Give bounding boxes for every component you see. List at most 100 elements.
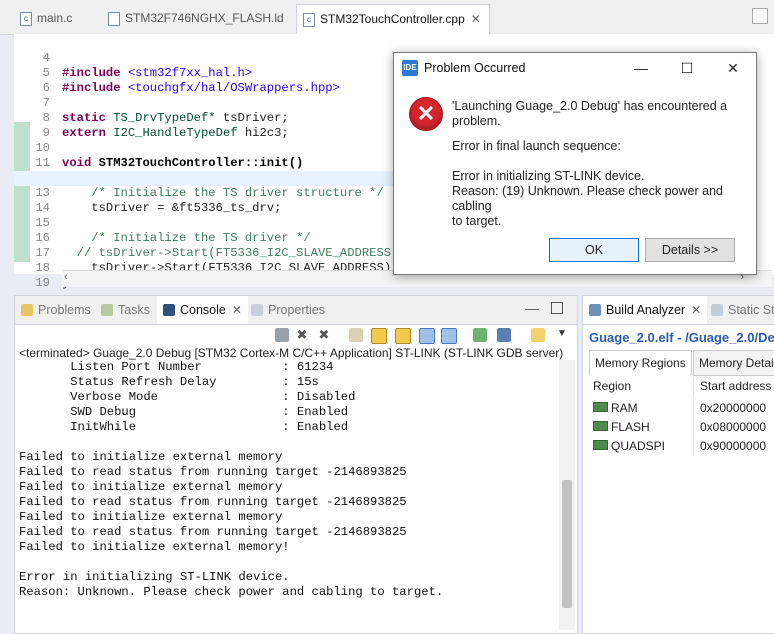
tab-problems[interactable]: Problems: [21, 296, 91, 324]
column-header-region[interactable]: Region: [593, 377, 631, 396]
table-row[interactable]: FLASH 0x08000000: [589, 418, 774, 437]
tab-linker-script[interactable]: STM32F746NGHX_FLASH.ld: [108, 5, 284, 31]
console-line: Failed to initialize external memory: [19, 510, 283, 524]
column-header-start[interactable]: Start address: [693, 377, 771, 396]
c-file-icon[interactable]: [752, 8, 768, 24]
console-tab-bar: Problems Tasks Console ✕ Properties —: [15, 296, 577, 325]
tab-properties[interactable]: Properties: [251, 296, 325, 324]
dialog-title-bar[interactable]: IDE Problem Occurred — ☐ ✕: [394, 53, 756, 83]
close-icon[interactable]: ✕: [471, 12, 481, 26]
code-token: <touchgfx/hal/OSWrappers.hpp>: [120, 81, 340, 95]
console-line: Failed to read status from running targe…: [19, 495, 407, 509]
table-row[interactable]: RAM 0x20000000: [589, 399, 774, 418]
tab-build-analyzer[interactable]: Build Analyzer ✕: [583, 296, 708, 324]
code-line: 16 // tsDriver->Start(FT5336_I2C_SLAVE_A…: [14, 216, 398, 260]
editor-tab-bar: c main.c STM32F746NGHX_FLASH.ld c STM32Tou…: [0, 0, 774, 35]
ide-icon: IDE: [402, 60, 418, 76]
stop-icon[interactable]: [275, 328, 289, 342]
tab-memory-regions[interactable]: Memory Regions: [589, 350, 692, 375]
tab-label: Console: [180, 303, 226, 317]
build-title: Guage_2.0.elf - /Guage_2.0/De: [589, 330, 774, 345]
code-line: 6: [14, 66, 50, 95]
build-tab-bar: Build Analyzer ✕ Static Sta: [583, 296, 774, 325]
console-output[interactable]: Listen Port Number : 61234 Status Refres…: [19, 360, 557, 632]
console-toolbar: ✖ ✖ ▼: [15, 324, 577, 346]
code-token: <stm32f7xx_hal.h>: [120, 66, 253, 80]
code-line: 12 /* Initialize the TS driver structure…: [14, 156, 383, 200]
code-token: &ft5336_ts_drv;: [171, 201, 282, 215]
ok-button[interactable]: OK: [549, 238, 639, 262]
detail-line: Error in initializing ST-LINK device.: [452, 169, 645, 183]
table-row[interactable]: QUADSPI 0x90000000: [589, 437, 774, 456]
vertical-scrollbar[interactable]: [559, 360, 575, 630]
console-line: Failed to initialize external memory!: [19, 540, 290, 554]
console-line: InitWhile : Enabled: [19, 420, 349, 434]
word-wrap-icon[interactable]: [395, 328, 411, 344]
clear-console-icon[interactable]: [349, 328, 363, 342]
chevron-left-icon[interactable]: ‹: [64, 271, 68, 283]
message-line: 'Launching Guage_2.0 Debug' has encounte…: [452, 99, 728, 113]
tab-memory-details[interactable]: Memory Detai: [693, 350, 774, 376]
remove-launch-icon[interactable]: ✖: [295, 328, 309, 342]
code-line: 18 }: [14, 246, 69, 290]
code-token: hi2c3;: [237, 126, 289, 140]
console-line: Reason: Unknown. Please check power and …: [19, 585, 444, 599]
build-analyzer-icon: [589, 304, 601, 316]
remove-all-icon[interactable]: ✖: [317, 328, 331, 342]
code-line: 17 tsDriver->Start(FT5336_I2C_SLAVE_ADDR…: [14, 231, 398, 275]
memory-icon: [593, 440, 608, 450]
tab-label: main.c: [37, 11, 73, 25]
code-line: 7 static TS_DrvTypeDef* tsDriver;: [14, 81, 289, 125]
tab-label: STM32TouchController.cpp: [320, 12, 465, 26]
code-token: #include: [62, 81, 121, 95]
tab-label: Properties: [268, 303, 325, 317]
scrollbar-thumb[interactable]: [562, 480, 572, 608]
tab-main-c[interactable]: c main.c: [20, 5, 72, 31]
code-line: 8 extern I2C_HandleTypeDef hi2c3;: [14, 96, 289, 140]
error-icon: ✕: [409, 97, 443, 131]
tab-touch-controller[interactable]: c STM32TouchController.cpp ✕: [296, 4, 490, 35]
show-on-output-icon[interactable]: [419, 328, 435, 344]
show-on-error-icon[interactable]: [441, 328, 457, 344]
console-line: Status Refresh Delay : 15s: [19, 375, 319, 389]
close-icon[interactable]: ✕: [232, 303, 242, 317]
dialog-message: 'Launching Guage_2.0 Debug' has encounte…: [452, 99, 752, 129]
console-line: SWD Debug : Enabled: [19, 405, 349, 419]
chevron-down-icon[interactable]: ▼: [557, 328, 567, 339]
c-file-icon: c: [20, 11, 32, 26]
code-comment: /* Initialize the TS driver */: [62, 231, 311, 245]
minimize-icon[interactable]: —: [618, 55, 664, 81]
region-start: 0x20000000: [693, 399, 766, 418]
properties-icon: [251, 304, 263, 316]
console-line: Listen Port Number : 61234: [19, 360, 334, 374]
code-token: tsDriver =: [62, 201, 172, 215]
tab-tasks[interactable]: Tasks: [101, 296, 150, 324]
close-icon[interactable]: ✕: [710, 55, 756, 81]
build-analyzer-panel: Build Analyzer ✕ Static Sta Guage_2.0.elf…: [582, 295, 774, 634]
static-stack-icon: [711, 304, 723, 316]
detail-line: Reason: (19) Unknown. Please check power…: [452, 184, 723, 213]
open-console-icon[interactable]: [531, 328, 545, 342]
maximize-icon[interactable]: [551, 302, 563, 314]
problem-dialog: IDE Problem Occurred — ☐ ✕ ✕ 'Launching …: [393, 52, 757, 275]
close-icon[interactable]: ✕: [691, 303, 701, 317]
tasks-icon: [101, 304, 113, 316]
code-token: STM32TouchController::init(): [91, 156, 304, 170]
region-start: 0x08000000: [693, 418, 766, 437]
display-console-icon[interactable]: [497, 328, 511, 342]
minimize-icon[interactable]: —: [525, 300, 539, 316]
tab-label: Problems: [38, 303, 91, 317]
details-button[interactable]: Details >>: [645, 238, 735, 262]
detail-line: to target.: [452, 214, 502, 228]
pin-console-icon[interactable]: [473, 328, 487, 342]
tab-label: Static Sta: [728, 303, 774, 317]
tab-console[interactable]: Console ✕: [157, 296, 248, 324]
problems-icon: [21, 304, 33, 316]
maximize-icon[interactable]: ☐: [664, 55, 710, 81]
tab-label: STM32F746NGHX_FLASH.ld: [125, 11, 284, 25]
scroll-lock-icon[interactable]: [371, 328, 387, 344]
tab-static-stack[interactable]: Static Sta: [711, 296, 774, 324]
line-number: 19: [35, 276, 50, 290]
